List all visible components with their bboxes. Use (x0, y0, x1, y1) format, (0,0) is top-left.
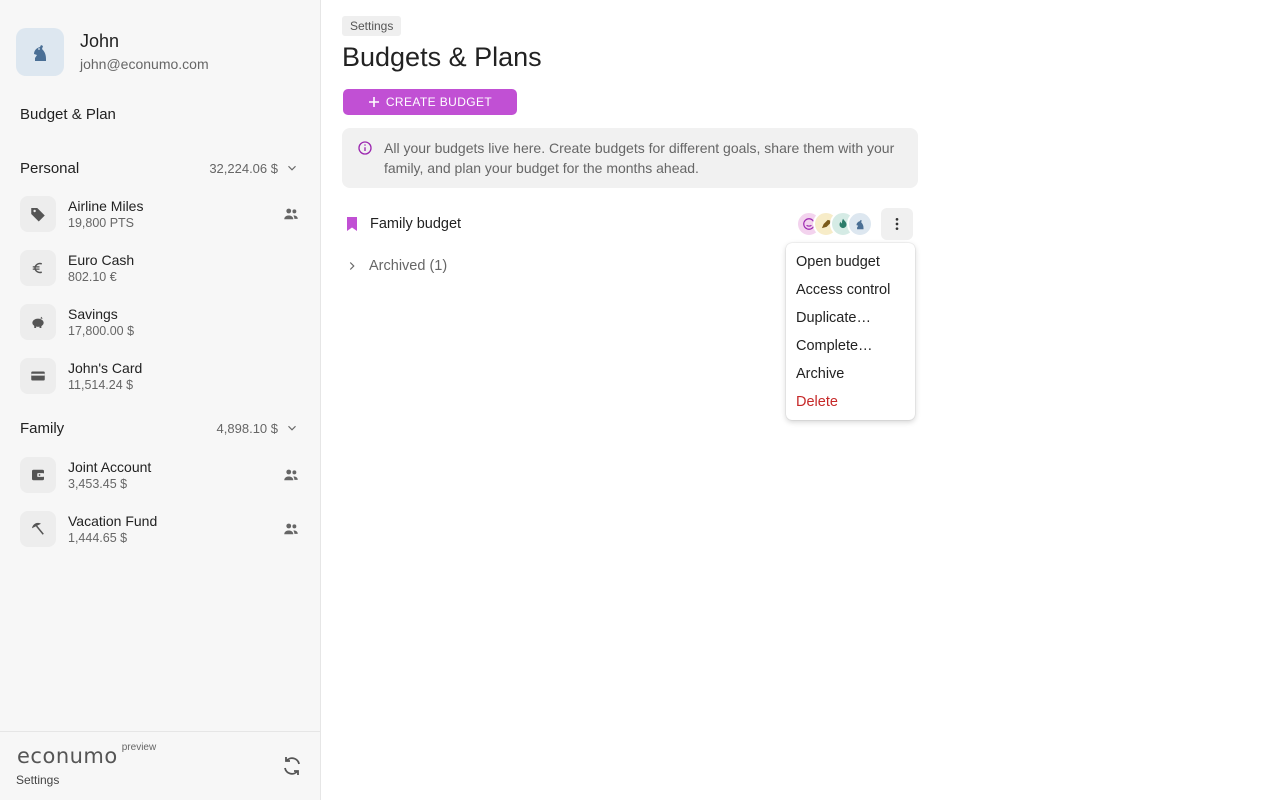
archived-label: Archived (1) (369, 258, 448, 274)
more-options-button[interactable] (881, 208, 913, 240)
info-icon (358, 141, 372, 155)
piggy-bank-icon (32, 316, 44, 328)
account-group-personal[interactable]: Personal 32,224.06 $ (20, 156, 300, 180)
credit-card-icon (31, 371, 45, 381)
nav-item-budget-plan[interactable]: Budget & Plan (20, 104, 116, 126)
account-name: John's Card (68, 360, 143, 376)
create-budget-label: CREATE BUDGET (385, 95, 493, 109)
account-item-joint-account[interactable]: Joint Account 3,453.45 $ (20, 455, 302, 495)
account-name: Vacation Fund (68, 513, 158, 529)
account-icon-box (20, 511, 56, 547)
account-item-airline-miles[interactable]: Airline Miles 19,800 PTS (20, 194, 302, 234)
user-profile[interactable]: John john@econumo.com (16, 28, 209, 76)
user-email: john@econumo.com (80, 56, 209, 72)
menu-item-archive[interactable]: Archive (786, 360, 915, 388)
wallet-icon (32, 469, 44, 481)
account-name: Savings (68, 306, 118, 322)
menu-item-open-budget[interactable]: Open budget (786, 248, 915, 276)
account-balance: 802.10 € (68, 270, 117, 284)
menu-item-complete[interactable]: Complete… (786, 332, 915, 360)
info-text: All your budgets live here. Create budge… (384, 140, 895, 176)
account-balance: 11,514.24 $ (68, 378, 134, 392)
chevron-right-icon (349, 262, 355, 270)
footer-settings-link[interactable]: Settings (16, 773, 59, 787)
account-balance: 1,444.65 $ (68, 531, 128, 545)
archived-toggle[interactable]: Archived (1) (345, 254, 447, 278)
account-name: Airline Miles (68, 198, 144, 214)
user-name: John (80, 31, 120, 51)
budget-name[interactable]: Family budget (370, 216, 796, 232)
breadcrumb[interactable]: Settings (342, 16, 402, 36)
plus-icon (368, 97, 379, 107)
menu-item-access-control[interactable]: Access control (786, 276, 915, 304)
account-icon-box (20, 304, 56, 340)
chess-knight-icon (34, 45, 46, 61)
menu-item-duplicate[interactable]: Duplicate… (786, 304, 915, 332)
euro-icon (32, 262, 43, 274)
page-title: Budgets & Plans (342, 42, 542, 72)
account-item-vacation-fund[interactable]: Vacation Fund 1,444.65 $ (20, 509, 302, 549)
account-name: Joint Account (68, 459, 152, 475)
budget-row[interactable]: Family budget (343, 208, 913, 240)
shared-users-icon (280, 203, 302, 225)
account-balance: 17,800.00 $ (68, 324, 135, 338)
group-total: 4,898.10 $ (216, 420, 278, 436)
bookmark-icon (343, 215, 361, 233)
create-budget-button[interactable]: CREATE BUDGET (343, 89, 517, 115)
account-icon-box (20, 196, 56, 232)
account-balance: 3,453.45 $ (68, 477, 128, 491)
account-name: Euro Cash (68, 252, 135, 268)
chess-knight-icon (856, 219, 864, 230)
tag-icon (31, 208, 45, 222)
budget-members (796, 211, 873, 237)
account-balance: 19,800 PTS (68, 216, 135, 230)
info-banner: All your budgets live here. Create budge… (342, 128, 918, 188)
group-total: 32,224.06 $ (209, 160, 278, 176)
menu-item-delete[interactable]: Delete (786, 388, 915, 416)
logo-badge: preview (121, 742, 157, 753)
logo: econumo preview (17, 742, 157, 768)
sidebar: John john@econumo.com Budget & Plan Pers… (0, 0, 321, 800)
beach-umbrella-icon (32, 522, 44, 535)
shared-users-icon (280, 518, 302, 540)
sidebar-footer: econumo preview Settings (0, 731, 320, 800)
account-item-johns-card[interactable]: John's Card 11,514.24 $ (20, 356, 302, 396)
main-content: Settings Budgets & Plans CREATE BUDGET A… (321, 0, 1280, 800)
account-item-euro-cash[interactable]: Euro Cash 802.10 € (20, 248, 302, 288)
chevron-down-icon[interactable] (284, 160, 300, 176)
logo-text: econumo (17, 744, 118, 768)
group-name: Personal (20, 159, 80, 177)
member-avatar (847, 211, 873, 237)
account-icon-box (20, 250, 56, 286)
account-item-savings[interactable]: Savings 17,800.00 $ (20, 302, 302, 342)
shared-users-icon (280, 464, 302, 486)
account-group-family[interactable]: Family 4,898.10 $ (20, 416, 300, 440)
sync-button[interactable] (278, 752, 306, 780)
group-name: Family (20, 419, 65, 437)
more-vertical-icon (895, 218, 899, 230)
avatar (16, 28, 64, 76)
sync-icon (284, 757, 300, 775)
budget-context-menu: Open budget Access control Duplicate… Co… (786, 243, 915, 420)
chevron-down-icon[interactable] (284, 420, 300, 436)
account-icon-box (20, 358, 56, 394)
account-icon-box (20, 457, 56, 493)
